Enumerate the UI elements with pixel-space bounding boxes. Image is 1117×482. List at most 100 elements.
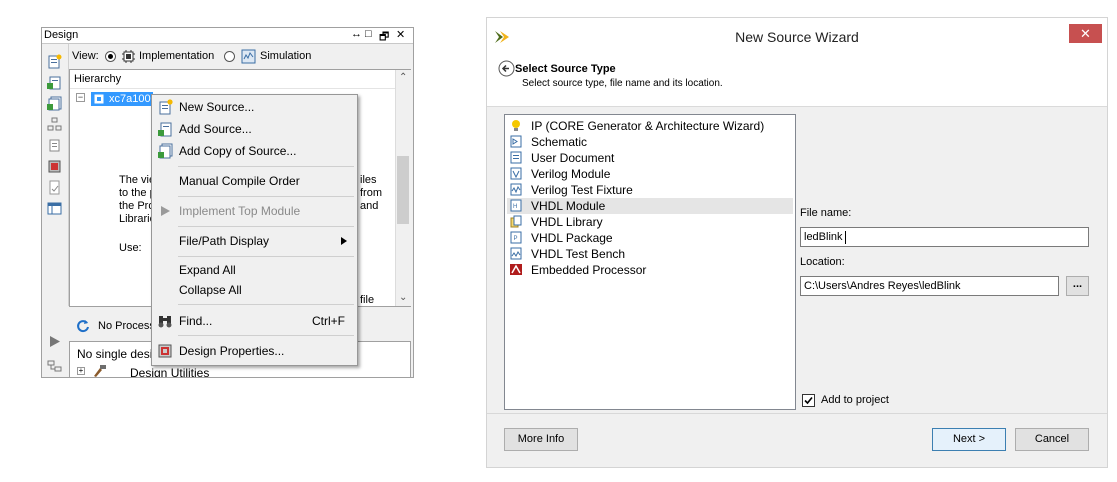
add-source-icon[interactable] [47, 75, 62, 90]
tree-item-device[interactable]: xc7a100 [91, 92, 153, 106]
hierarchy-label: Hierarchy [74, 73, 122, 85]
menu-item-manual-compile-order[interactable]: Manual Compile Order [153, 171, 356, 191]
view-selector-row: View: Implementation Simulation [69, 44, 413, 68]
list-item-vhdl-library[interactable]: VHDL Library [507, 214, 793, 230]
browse-button[interactable]: ... [1066, 276, 1089, 296]
checkmark-icon [804, 396, 813, 405]
list-item-verilog-test-fixture[interactable]: Verilog Test Fixture [507, 182, 793, 198]
list-item-verilog-module[interactable]: Verilog Module [507, 166, 793, 182]
menu-item-add-source[interactable]: Add Source... [153, 119, 356, 139]
add-copy-source-icon [158, 143, 173, 159]
menu-item-expand-all[interactable]: Expand All [153, 260, 356, 280]
menu-separator [178, 304, 354, 305]
implementation-label[interactable]: Implementation [139, 50, 214, 62]
close-button[interactable]: ✕ [1069, 24, 1102, 43]
menu-item-label: Add Source... [179, 122, 252, 136]
list-item-schematic[interactable]: Schematic [507, 134, 793, 150]
info-text-right2: from [360, 187, 382, 199]
menu-item-label: Expand All [179, 263, 236, 277]
design-utilities-label: Design Utilities [130, 366, 210, 378]
document-icon[interactable] [47, 180, 62, 195]
list-item-ip-core[interactable]: IP (CORE Generator & Architecture Wizard… [507, 118, 793, 134]
menu-item-label: New Source... [179, 100, 255, 114]
expand-toggle[interactable]: + [77, 367, 85, 375]
wizard-title: New Source Wizard [735, 29, 859, 45]
menu-item-new-source[interactable]: New Source... [153, 97, 356, 117]
vhdl-test-bench-icon [510, 247, 522, 260]
user-document-icon [510, 151, 522, 164]
cancel-button[interactable]: Cancel [1015, 428, 1089, 451]
tree-collapse-toggle[interactable]: − [76, 93, 85, 102]
run-icon[interactable] [47, 334, 62, 349]
new-source-icon[interactable] [47, 54, 62, 69]
next-button[interactable]: Next > [932, 428, 1006, 451]
hierarchy-icon[interactable] [47, 117, 62, 132]
menu-item-add-copy-of-source[interactable]: Add Copy of Source... [153, 141, 356, 161]
simulation-icon [241, 49, 256, 64]
back-arrow-icon[interactable] [498, 60, 515, 77]
add-to-project-label[interactable]: Add to project [821, 394, 889, 406]
info-text-line3: the Pro [119, 200, 155, 212]
hierarchy-scrollbar[interactable]: ⌃ ⌄ [395, 70, 411, 306]
process-properties-icon[interactable] [47, 359, 62, 374]
design-utilities-icon [94, 365, 106, 377]
scrollbar-thumb[interactable] [397, 156, 409, 224]
scroll-down-icon[interactable]: ⌄ [399, 292, 407, 303]
file-name-field[interactable]: ledBlink [800, 227, 1089, 247]
vhdl-package-icon: P [510, 231, 522, 244]
implementation-radio[interactable] [105, 51, 116, 62]
list-item-vhdl-module[interactable]: H VHDL Module [507, 198, 793, 214]
table-icon[interactable] [47, 201, 62, 216]
list-item-label: VHDL Module [531, 199, 606, 213]
list-item-label: Verilog Module [531, 167, 611, 181]
menu-separator [178, 166, 354, 167]
menu-separator [178, 196, 354, 197]
design-panel-title: Design [44, 29, 79, 41]
design-properties-icon[interactable] [47, 159, 62, 174]
remove-source-icon[interactable] [47, 138, 62, 153]
float-icon[interactable]: ↔ [351, 28, 362, 40]
play-icon [161, 206, 170, 216]
menu-item-label: Implement Top Module [179, 204, 301, 218]
location-field[interactable]: C:\Users\Andres Reyes\ledBlink [800, 276, 1059, 296]
add-copy-source-icon[interactable] [47, 96, 62, 111]
submenu-arrow-icon [341, 237, 347, 245]
simulation-label[interactable]: Simulation [260, 50, 311, 62]
menu-item-implement-top-module: Implement Top Module [153, 201, 356, 221]
svg-text:P: P [514, 236, 518, 242]
list-item-user-document[interactable]: User Document [507, 150, 793, 166]
simulation-radio[interactable] [224, 51, 235, 62]
list-item-label: VHDL Library [531, 215, 603, 229]
menu-separator [178, 335, 354, 336]
info-text-line1: The vie [119, 174, 156, 186]
list-item-vhdl-test-bench[interactable]: VHDL Test Bench [507, 246, 793, 262]
ip-core-icon [512, 120, 520, 131]
menu-item-find[interactable]: Find... Ctrl+F [153, 311, 356, 331]
location-value: C:\Users\Andres Reyes\ledBlink [804, 280, 961, 292]
list-item-embedded-processor[interactable]: Embedded Processor [507, 262, 793, 278]
source-type-list[interactable]: IP (CORE Generator & Architecture Wizard… [504, 114, 796, 410]
menu-item-label: Find... [179, 314, 213, 328]
hierarchy-header: Hierarchy [70, 70, 396, 89]
menu-item-design-properties[interactable]: Design Properties... [153, 341, 356, 361]
new-source-icon [159, 99, 173, 115]
scroll-up-icon[interactable]: ⌃ [399, 72, 407, 83]
design-toolstrip [42, 44, 69, 372]
add-to-project-checkbox[interactable] [802, 394, 815, 407]
info-text-right1: iles [360, 174, 377, 186]
info-text-right4: file [360, 294, 375, 306]
tree-item-device-label: xc7a100 [109, 93, 151, 105]
list-item-label: Embedded Processor [531, 263, 647, 277]
list-item-vhdl-package[interactable]: P VHDL Package [507, 230, 793, 246]
menu-item-label: Collapse All [179, 283, 242, 297]
design-panel-titlebar: Design ↔ □ 🗗 ✕ [42, 28, 413, 44]
close-icon[interactable]: ✕ [396, 28, 405, 41]
refresh-icon[interactable] [76, 319, 90, 333]
more-info-button[interactable]: More Info [504, 428, 578, 451]
maximize-icon[interactable]: □ [365, 28, 372, 40]
menu-item-collapse-all[interactable]: Collapse All [153, 280, 356, 300]
list-item-label: VHDL Package [531, 231, 613, 245]
menu-item-file-path-display[interactable]: File/Path Display [153, 231, 356, 251]
location-label: Location: [800, 256, 845, 268]
svg-text:H: H [513, 204, 517, 210]
